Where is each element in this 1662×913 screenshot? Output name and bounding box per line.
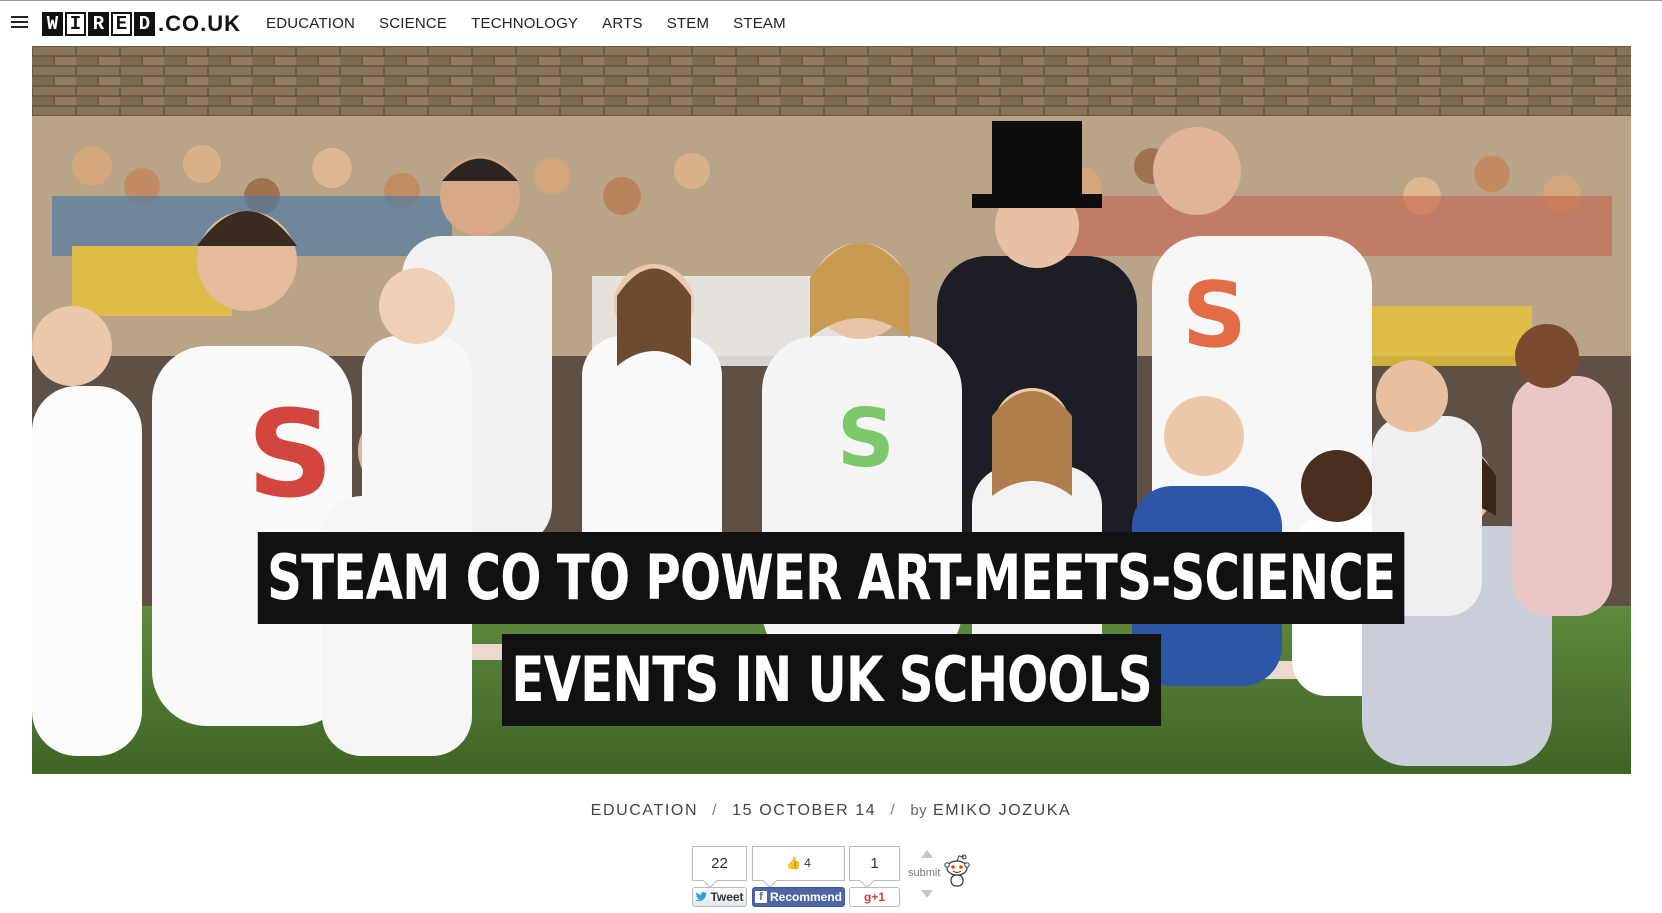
svg-text:S: S [247,386,333,525]
headline-line-2-wrap: EVENTS IN UK SCHOOLS [32,634,1631,726]
recommend-label: Recommend [769,890,843,904]
meta-separator: / [890,802,897,819]
logo-letter: I [65,12,86,36]
tweet-count: 22 [692,846,747,881]
main-nav: EDUCATION SCIENCE TECHNOLOGY ARTS STEM S… [266,15,810,32]
gplus-button[interactable]: g+1 [849,887,900,907]
tweet-label: Tweet [710,890,744,904]
logo-letter: R [88,12,109,36]
nav-arts[interactable]: ARTS [602,15,643,32]
nav-stem[interactable]: STEM [667,15,709,32]
wired-logo[interactable]: W I R E D .CO.UK [42,11,241,37]
gplus-count: 1 [849,846,900,881]
facebook-f-icon: f [754,891,767,903]
logo-letter: D [134,12,155,36]
tweet-button[interactable]: Tweet [692,887,747,907]
hero-image: S S S STEAM CO TO POWER ART-MEETS-SCIENC… [32,46,1631,774]
headline-line-2[interactable]: EVENTS IN UK SCHOOLS [501,634,1162,726]
like-count-box: 👍 4 [752,846,845,881]
svg-text:S: S [1182,263,1247,368]
reddit-submit-link[interactable]: submit [908,867,940,879]
twitter-bird-icon [695,892,708,902]
article-meta: EDUCATION / 15 OCTOBER 14 / by EMIKO JOZUKA [0,802,1662,820]
headline-line-1-wrap: STEAM CO TO POWER ART-MEETS-SCIENCE [32,532,1631,624]
headline-line-1[interactable]: STEAM CO TO POWER ART-MEETS-SCIENCE [258,532,1405,624]
category-link[interactable]: EDUCATION [591,802,698,819]
meta-separator: / [712,802,719,819]
downvote-arrow-icon[interactable] [921,890,933,898]
nav-steam[interactable]: STEAM [733,15,786,32]
reddit-alien-icon[interactable] [944,854,970,888]
menu-icon[interactable] [11,16,28,30]
author-link[interactable]: EMIKO JOZUKA [933,802,1071,819]
reddit-widget: submit [904,846,974,906]
nav-science[interactable]: SCIENCE [379,15,447,32]
facebook-recommend-button[interactable]: f Recommend [752,887,845,907]
logo-letter: E [111,12,132,36]
nav-technology[interactable]: TECHNOLOGY [471,15,578,32]
logo-suffix: .CO.UK [158,11,241,36]
thumbs-up-icon: 👍 [786,856,801,870]
top-navigation-bar: W I R E D .CO.UK EDUCATION SCIENCE TECHN… [0,0,1662,46]
byline-prefix: by [910,802,927,819]
logo-letter: W [42,12,63,36]
svg-text:S: S [837,392,895,485]
publish-date: 15 OCTOBER 14 [732,802,877,819]
like-count: 4 [804,856,811,870]
nav-education[interactable]: EDUCATION [266,15,355,32]
upvote-arrow-icon[interactable] [921,850,933,858]
